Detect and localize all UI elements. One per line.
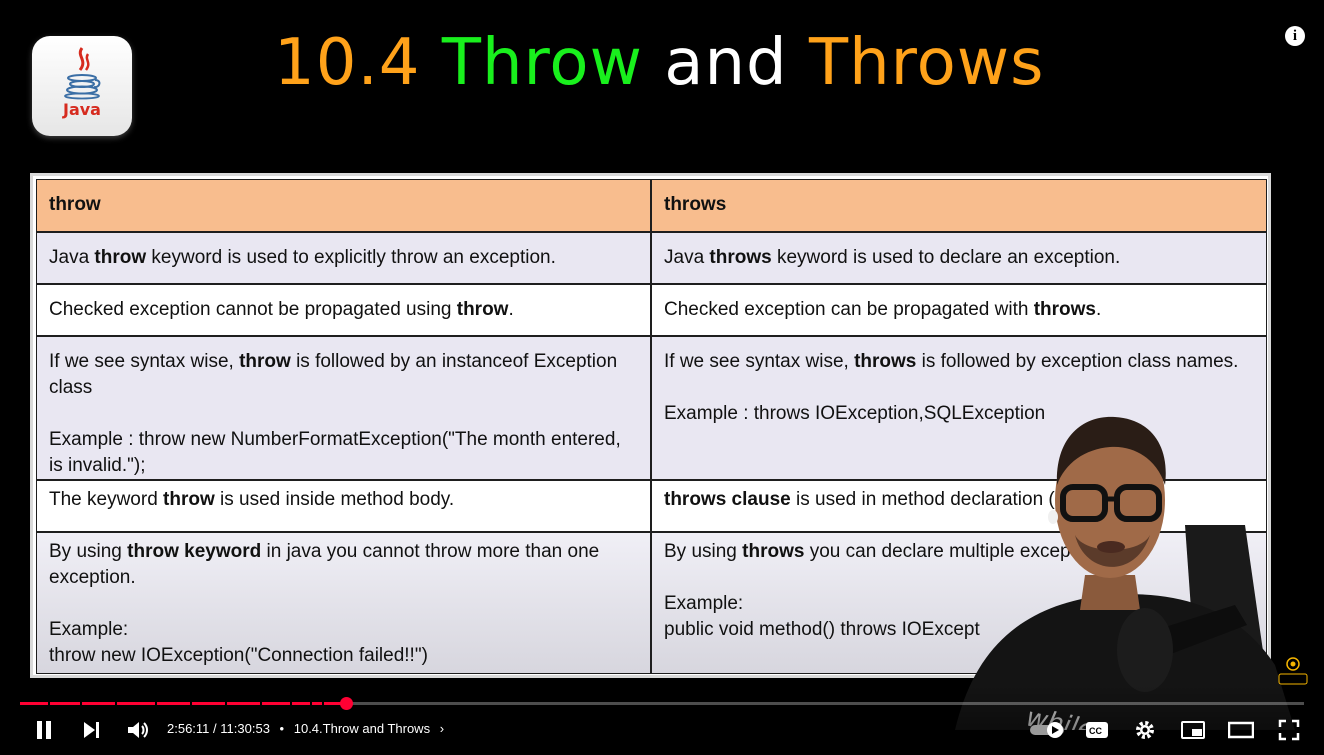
- current-time: 2:56:11: [167, 721, 210, 736]
- java-cup-icon: [64, 47, 101, 100]
- table-cell: The keyword throw is used inside method …: [36, 480, 651, 532]
- header-cell-throws: throws: [651, 179, 1267, 232]
- fullscreen-icon: [1278, 719, 1300, 741]
- autoplay-toggle-icon: [1030, 722, 1064, 738]
- volume-button[interactable]: [124, 712, 152, 748]
- table-cell: If we see syntax wise, throw is followed…: [36, 336, 651, 480]
- chapter-title[interactable]: 10.4.Throw and Throws: [294, 721, 430, 736]
- example-text: Example : throw new NumberFormatExceptio…: [49, 429, 621, 476]
- title-throws: Throws: [809, 26, 1045, 100]
- settings-button[interactable]: [1131, 712, 1159, 748]
- java-logo: Java: [32, 36, 132, 136]
- table-cell: Java throws keyword is used to declare a…: [651, 232, 1267, 284]
- title-and: and: [664, 26, 788, 100]
- table-cell: Checked exception cannot be propagated u…: [36, 284, 651, 336]
- example-code: throw new IOException("Connection failed…: [49, 645, 428, 666]
- chapter-marker: [225, 702, 227, 705]
- captions-button[interactable]: CC: [1083, 712, 1111, 748]
- pause-icon: [37, 721, 51, 739]
- svg-text:CC: CC: [1089, 726, 1102, 736]
- settings-icon: [1136, 721, 1154, 739]
- chevron-right-icon[interactable]: ›: [440, 721, 444, 736]
- volume-icon: [128, 722, 148, 738]
- table-header-row: throw throws: [36, 179, 1267, 232]
- chapter-marker: [115, 702, 117, 705]
- autoplay-toggle[interactable]: [1028, 712, 1068, 748]
- next-button[interactable]: [77, 712, 105, 748]
- channel-watermark[interactable]: [1276, 656, 1310, 688]
- java-logo-text: Java: [63, 100, 101, 119]
- example-label: Example:: [49, 619, 129, 640]
- presenter-video-overlay: while: [955, 416, 1295, 730]
- info-icon[interactable]: i: [1285, 26, 1305, 46]
- table-cell: Checked exception can be propagated with…: [651, 284, 1267, 336]
- time-display: 2:56:11 / 11:30:53 • 10.4.Throw and Thro…: [167, 721, 445, 736]
- table-cell: Java throw keyword is used to explicitly…: [36, 232, 651, 284]
- chapter-marker: [155, 702, 157, 705]
- progress-bar[interactable]: [20, 697, 1304, 710]
- channel-watermark-icon: [1278, 657, 1308, 685]
- table-cell: By using throw keyword in java you canno…: [36, 532, 651, 674]
- chapter-marker: [190, 702, 192, 705]
- chapter-marker: [48, 702, 50, 705]
- miniplayer-button[interactable]: [1179, 712, 1207, 748]
- table-row: Java throw keyword is used to explicitly…: [36, 232, 1267, 284]
- title-throw: Throw: [441, 26, 643, 100]
- slide-title: 10.4 Throw and Throws: [274, 26, 1044, 100]
- theater-mode-button[interactable]: [1227, 712, 1255, 748]
- next-icon: [84, 722, 99, 738]
- table-row: Checked exception cannot be propagated u…: [36, 284, 1267, 336]
- total-time: 11:30:53: [220, 721, 270, 736]
- chapter-marker: [80, 702, 82, 705]
- title-number: 10.4: [274, 26, 421, 100]
- chapter-marker: [322, 702, 324, 705]
- player-controls: 2:56:11 / 11:30:53 • 10.4.Throw and Thro…: [0, 712, 1324, 748]
- video-frame[interactable]: Java 10.4 Throw and Throws i throw throw…: [8, 12, 1316, 742]
- captions-icon: CC: [1086, 722, 1108, 738]
- chapter-marker: [310, 702, 312, 705]
- miniplayer-icon: [1181, 721, 1205, 739]
- theater-icon: [1228, 721, 1254, 739]
- progress-played: [20, 702, 347, 705]
- chapter-marker: [290, 702, 292, 705]
- chapter-marker: [260, 702, 262, 705]
- fullscreen-button[interactable]: [1275, 712, 1303, 748]
- pause-button[interactable]: [30, 712, 58, 748]
- header-cell-throw: throw: [36, 179, 651, 232]
